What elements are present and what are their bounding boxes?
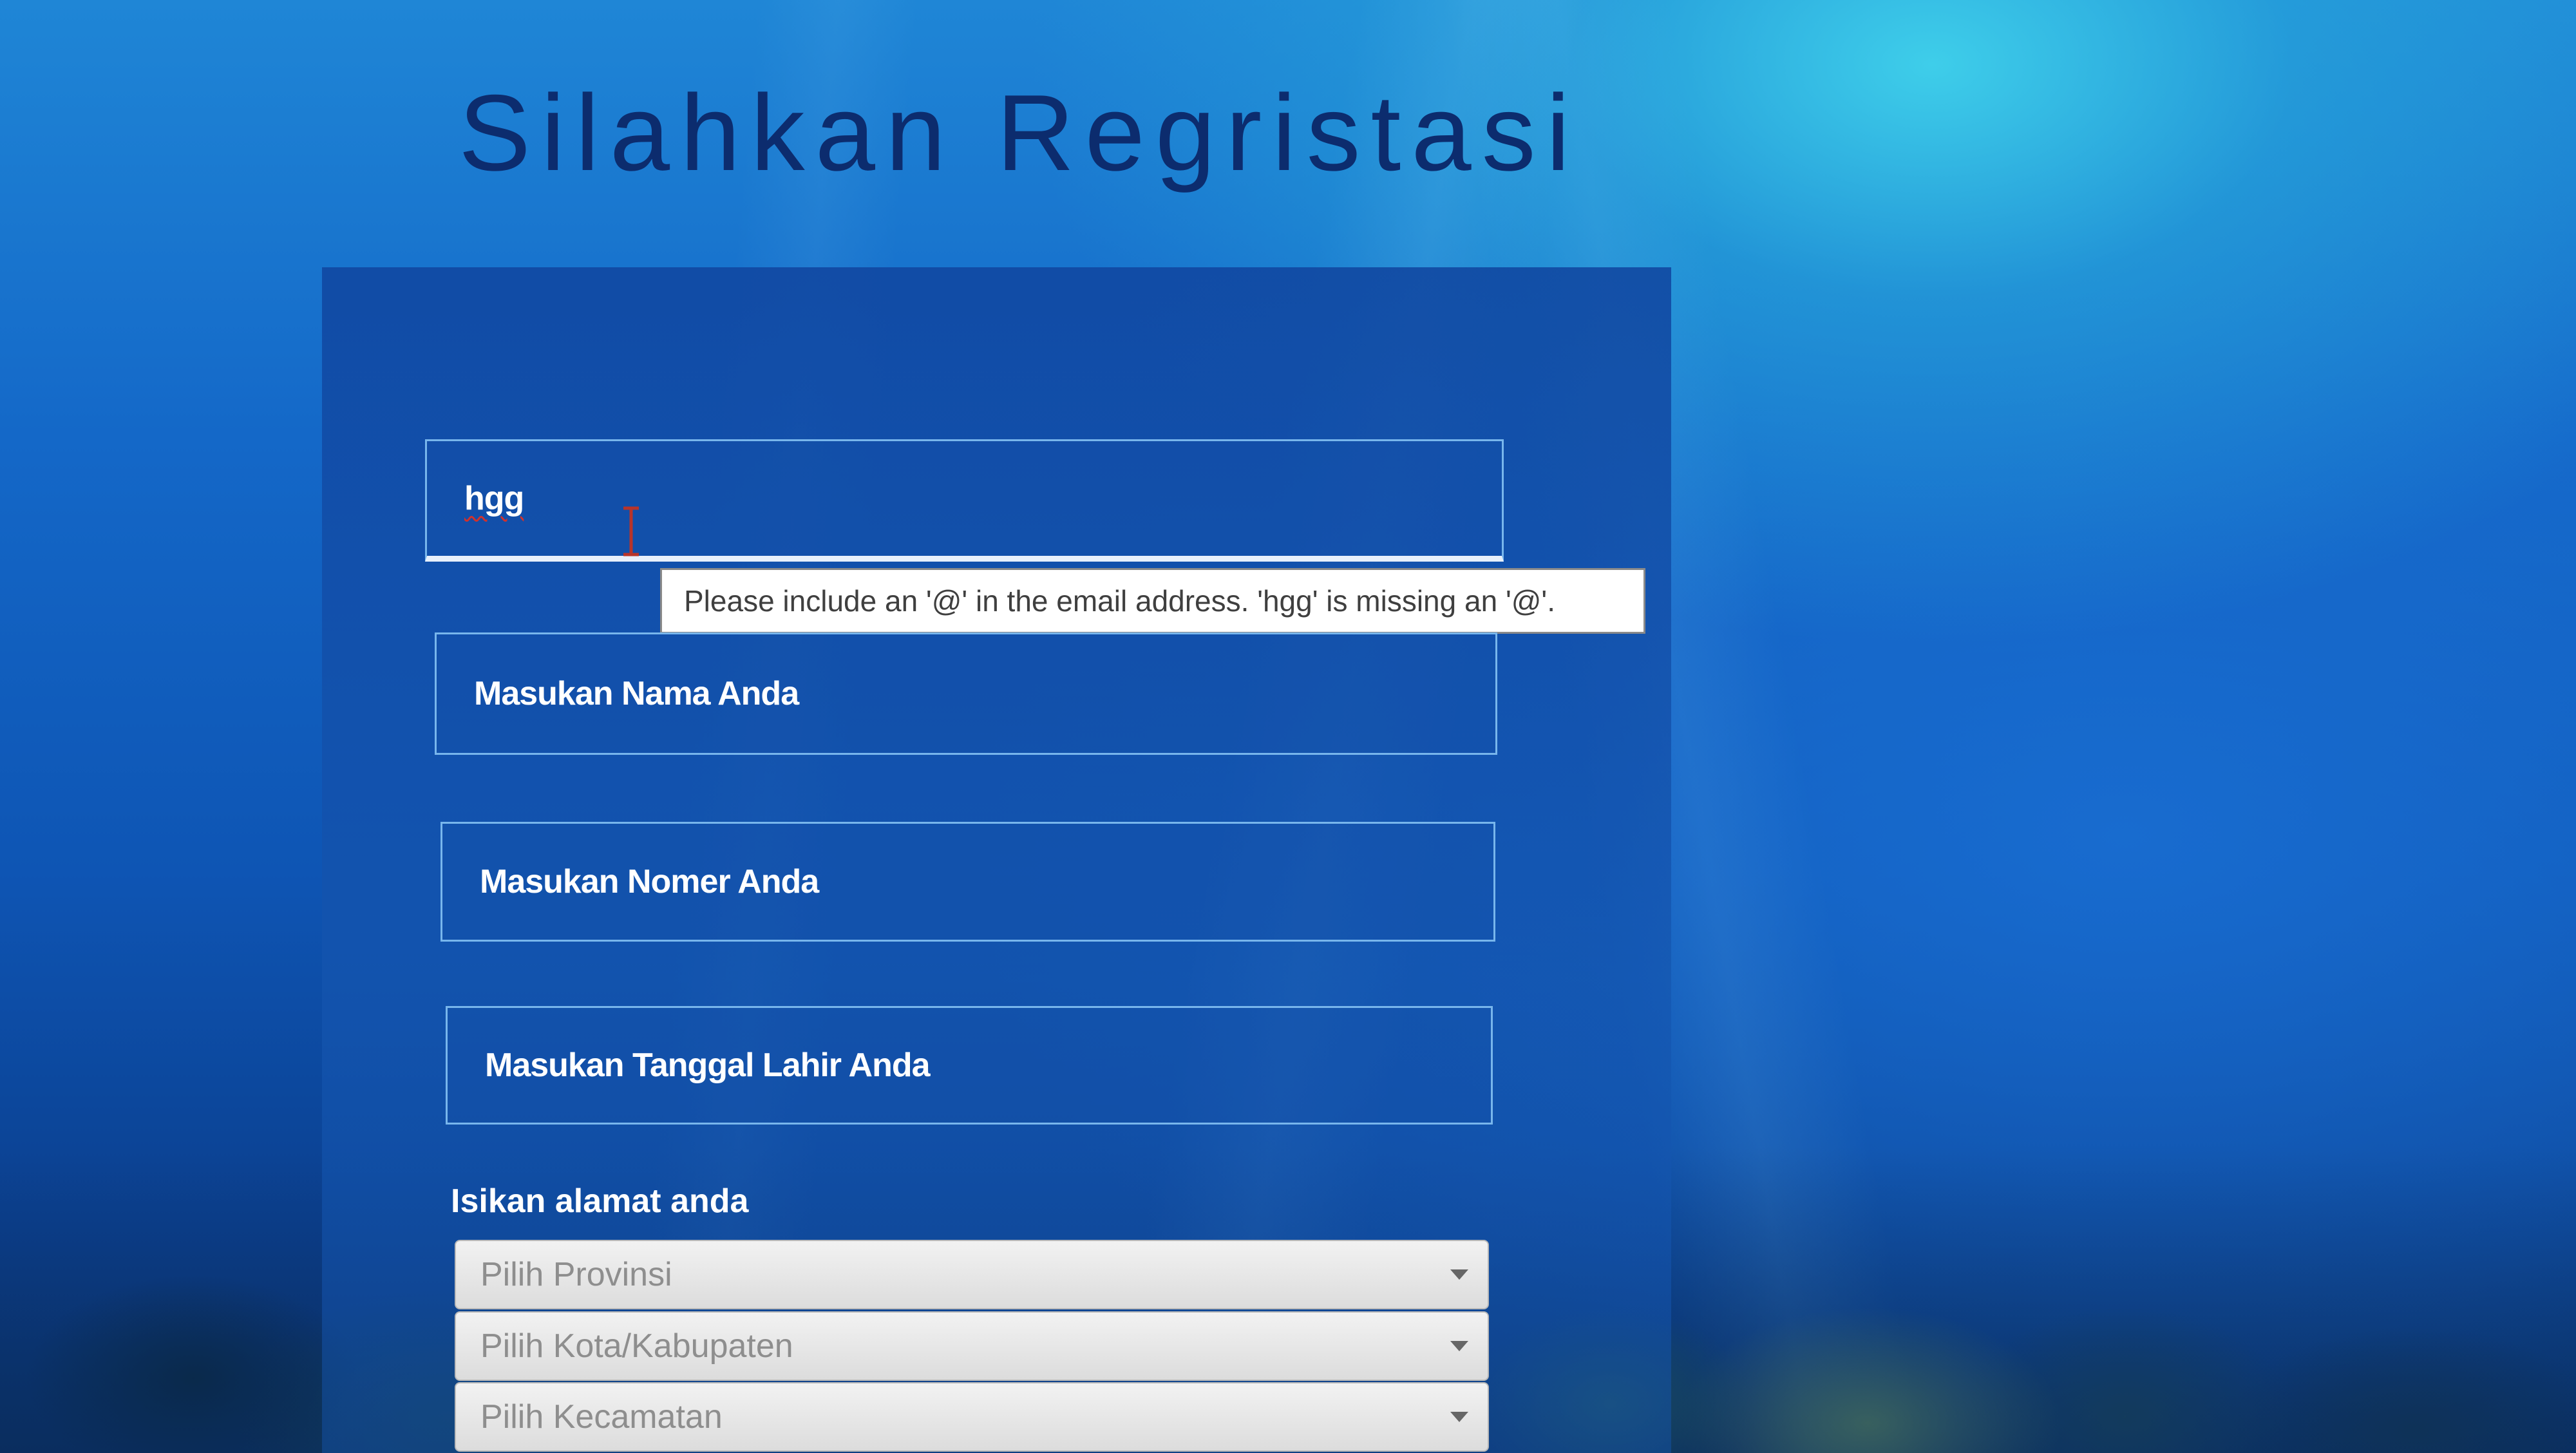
province-select-value: Pilih Provinsi bbox=[480, 1256, 672, 1293]
validation-tooltip: Please include an '@' in the email addre… bbox=[660, 568, 1645, 634]
chevron-down-icon bbox=[1450, 1269, 1468, 1280]
chevron-down-icon bbox=[1450, 1412, 1468, 1422]
email-field[interactable]: hgg bbox=[425, 439, 1504, 562]
i-beam-cursor-icon bbox=[623, 506, 639, 556]
district-select[interactable]: Pilih Kecamatan bbox=[455, 1382, 1489, 1452]
birthdate-field-placeholder: Masukan Tanggal Lahir Anda bbox=[485, 1047, 931, 1084]
district-select-value: Pilih Kecamatan bbox=[480, 1398, 723, 1436]
email-input-value[interactable]: hgg bbox=[464, 479, 524, 518]
birthdate-field[interactable]: Masukan Tanggal Lahir Anda bbox=[446, 1006, 1493, 1125]
city-select[interactable]: Pilih Kota/Kabupaten bbox=[455, 1311, 1489, 1381]
name-field[interactable]: Masukan Nama Anda bbox=[435, 632, 1497, 755]
province-select[interactable]: Pilih Provinsi bbox=[455, 1240, 1489, 1309]
address-label: Isikan alamat anda bbox=[451, 1182, 749, 1220]
page-title: Silahkan Regristasi bbox=[459, 72, 1581, 193]
phone-field-placeholder: Masukan Nomer Anda bbox=[480, 863, 819, 900]
chevron-down-icon bbox=[1450, 1341, 1468, 1351]
name-field-placeholder: Masukan Nama Anda bbox=[474, 675, 799, 712]
city-select-value: Pilih Kota/Kabupaten bbox=[480, 1327, 793, 1365]
phone-field[interactable]: Masukan Nomer Anda bbox=[440, 822, 1495, 942]
